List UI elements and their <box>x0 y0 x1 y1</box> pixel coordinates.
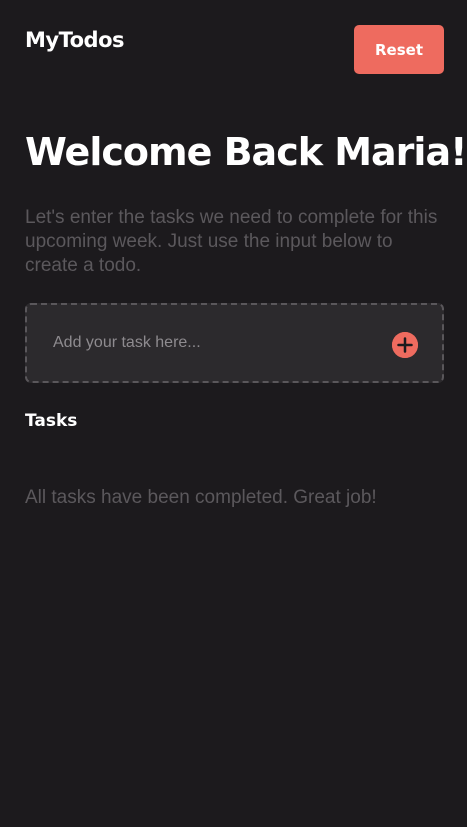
app-title: MyTodos <box>25 28 125 52</box>
plus-circle-icon <box>392 332 418 358</box>
reset-button[interactable]: Reset <box>354 25 444 74</box>
empty-tasks-message: All tasks have been completed. Great job… <box>25 487 377 508</box>
app-header: MyTodos Reset <box>0 0 467 90</box>
tasks-heading: Tasks <box>25 411 78 431</box>
intro-text: Let's enter the tasks we need to complet… <box>25 207 438 276</box>
add-task-button[interactable] <box>392 332 418 358</box>
page-title: Welcome Back Maria! <box>25 130 467 174</box>
add-task-box[interactable] <box>25 303 444 383</box>
task-input[interactable] <box>53 329 373 357</box>
